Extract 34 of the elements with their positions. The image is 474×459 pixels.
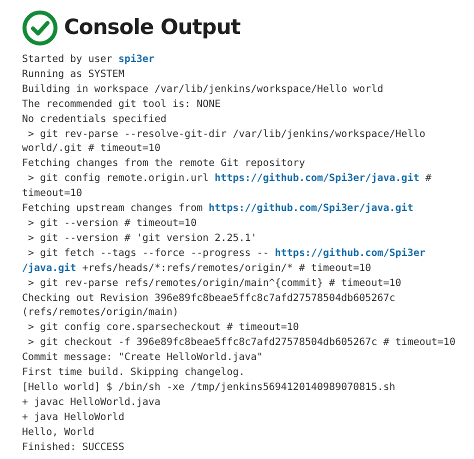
log-line: /java.git +refs/heads/*:refs/remotes/origin/* # timeout=10 [22, 262, 372, 276]
log-line: (refs/remotes/origin/main) [22, 306, 179, 320]
link[interactable]: spi3er [118, 54, 154, 65]
log-line: Hello, World [22, 426, 94, 440]
log-line: Running as SYSTEM [22, 68, 124, 82]
log-line: > git --version # 'git version 2.25.1' [27, 232, 257, 246]
log-line: timeout=10 [22, 187, 82, 202]
log-line: Fetching upstream changes from https://github.com/Spi3er/java.git [22, 202, 414, 216]
log-line: > git config core.sparsecheckout # timeout=10 [27, 321, 299, 336]
log-line: The recommended git tool is: NONE [22, 98, 221, 112]
log-line: Checking out Revision 396e89fc8beae5ffc8c7afd27578504db605267c [22, 292, 396, 306]
log-line: Commit message: "Create HelloWorld.java" [22, 351, 263, 366]
log-line: + javac HelloWorld.java [22, 396, 160, 410]
log-line: > git --version # timeout=10 [27, 216, 197, 231]
log-line: > git rev-parse refs/remotes/origin/main^{commit} # timeout=10 [27, 276, 402, 291]
log-line: world/.git # timeout=10 [22, 142, 160, 156]
log-line: Finished: SUCCESS [22, 440, 124, 455]
log-line: > git fetch --tags --force --progress -- https://github.com/Spi3er [27, 246, 426, 261]
log-line: > git config remote.origin.url https://github.com/Spi3er/java.git # [27, 172, 432, 186]
log-line: > git checkout -f 396e89fc8beae5ffc8c7afd27578504db605267c # timeout=10 [27, 336, 456, 350]
log-line: Started by user spi3er [22, 53, 154, 67]
log-line: [Hello world] $ /bin/sh -xe /tmp/jenkins5694120140989070815.sh [22, 380, 396, 395]
link[interactable]: /java.git [22, 262, 76, 274]
link[interactable]: https://github.com/Spi3er [274, 248, 426, 259]
log-line: > git rev-parse --resolve-git-dir /var/lib/jenkins/workspace/Hello [27, 128, 426, 142]
log-line: First time build. Skipping changelog. [22, 366, 245, 380]
log-line: Fetching changes from the remote Git repository [22, 157, 305, 172]
log-line: + java HelloWorld [22, 410, 124, 425]
log-line: No credentials specified [22, 112, 166, 127]
success-check-icon [22, 10, 58, 46]
link[interactable]: https://github.com/Spi3er/java.git [214, 173, 420, 184]
link[interactable]: https://github.com/Spi3er/java.git [208, 203, 414, 214]
log-line: Building in workspace /var/lib/jenkins/workspace/Hello world [22, 82, 384, 97]
page-title: Console Output [64, 14, 240, 42]
